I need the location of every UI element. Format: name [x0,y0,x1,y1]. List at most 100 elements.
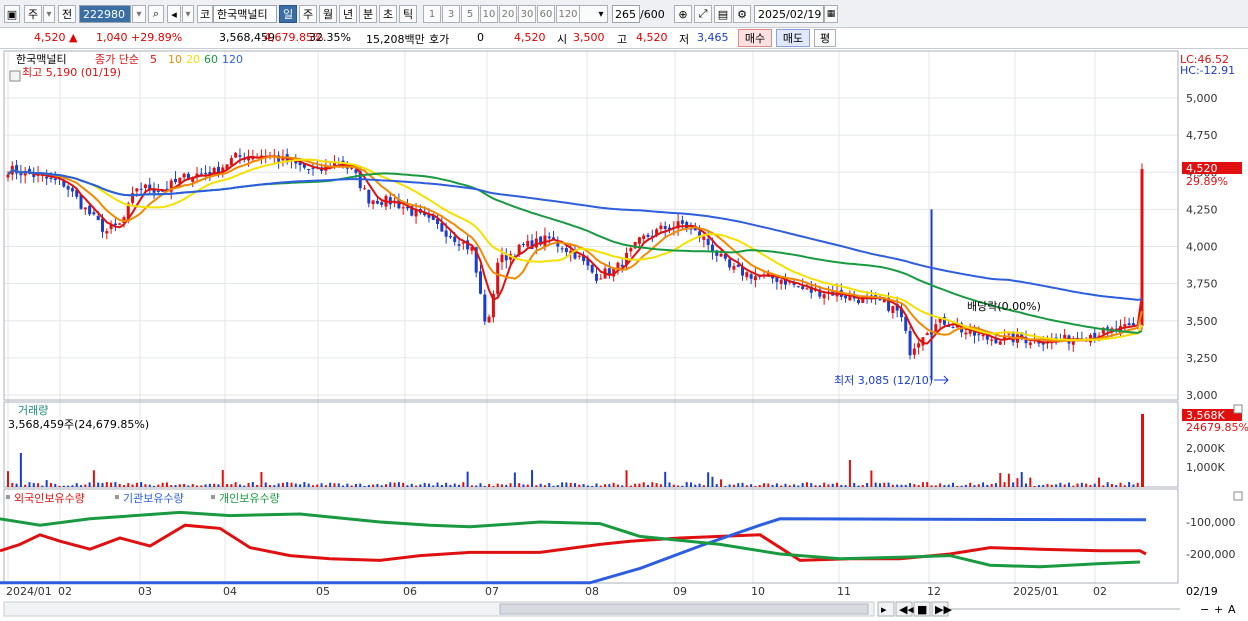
volume-bar-210 [909,483,912,487]
volume-bar-238 [1029,477,1032,487]
stock-chart[interactable]: 한국맥널티 종가 단순 5 10 20 60 120 최고 5,190 (01/19) … [0,50,1248,621]
volume-bar-248 [1072,485,1075,487]
legend-bullet-0 [6,495,10,499]
volume-bar-116 [505,484,508,487]
volume-bar-8 [41,485,44,487]
price-tick-0: 5,000 [1186,92,1218,105]
volume-bar-160 [694,484,697,487]
volume-close-icon[interactable] [1233,404,1243,414]
holding-close-icon[interactable] [1233,491,1243,501]
volume-bar-74 [324,485,327,487]
volume-bar-232 [1003,482,1006,487]
volume-bar-155 [672,484,675,487]
volume-bar-196 [848,460,851,487]
volume-bar-56 [247,482,250,487]
candle-body-153 [663,225,667,230]
period-tab-6[interactable]: 틱 [399,5,417,23]
date-input[interactable]: 2025/02/19 [754,5,824,23]
ma-legend-5: 5 [150,53,157,66]
volume-bar-100 [436,482,439,487]
candle-body-112 [487,316,491,323]
candle-body-87 [380,202,384,205]
interval-btn-0[interactable]: 1 [423,5,441,23]
candle-body-217 [938,318,942,323]
ma-legend-20: 20 [186,53,200,66]
sell-button[interactable]: 매도 [776,29,810,47]
volume-bar-5 [28,482,31,487]
volume-bar-134 [582,484,585,487]
buy-button[interactable]: 매수 [738,29,772,47]
interval-btn-2[interactable]: 5 [461,5,479,23]
interval-btn-5[interactable]: 30 [518,5,536,23]
candle-body-162 [702,236,706,240]
volume-bar-193 [836,482,839,487]
zoom-button-1[interactable]: + [1214,603,1223,616]
volume-bar-203 [878,483,881,487]
current-price-tag-text: 4,520 [1186,162,1218,175]
flat-button[interactable]: 평 [814,29,836,47]
volume-bar-59 [260,472,263,487]
volume-bar-4 [24,484,27,487]
volume-bar-163 [707,472,710,487]
volume-bar-119 [518,483,521,487]
volume-bar-102 [445,482,448,487]
quote-bar: 4,520 ▲ 1,040 +29.89% 3,568,459 4,679.85… [0,28,1248,49]
code-dropdown-icon[interactable]: ▾ [132,5,146,23]
volume-bar-218 [943,485,946,487]
candle-body-169 [732,266,736,270]
settings-icon[interactable]: ⚙ [733,5,751,23]
code-input[interactable]: 222980 [79,5,131,23]
volume-bar-173 [750,484,753,487]
volume-bar-31 [140,482,143,487]
layout-icon[interactable]: ▣ [4,5,20,23]
volume-bar-202 [874,482,877,487]
period-tab-4[interactable]: 분 [359,5,377,23]
stock-name[interactable]: 한국맥널티 [213,5,277,23]
speaker-dropdown-icon[interactable]: ▾ [182,5,194,23]
scrollbar-thumb[interactable] [499,603,869,615]
crosshair-icon[interactable]: ⊕ [674,5,692,23]
volume-bar-9 [45,480,48,487]
market-select[interactable]: 주 [24,5,42,23]
period-tab-3[interactable]: 년 [339,5,357,23]
zoom-button-0[interactable]: − [1200,603,1209,616]
calendar-icon[interactable]: ▦ [824,5,838,23]
period-tab-0[interactable]: 일 [279,5,297,23]
period-tab-1[interactable]: 주 [299,5,317,23]
trade-amount: 15,208백만 [366,33,425,46]
price-tick-7: 3,250 [1186,352,1218,365]
price-tick-6: 3,500 [1186,315,1218,328]
search-icon[interactable]: ⌕ [148,5,164,23]
interval-btn-6[interactable]: 60 [537,5,555,23]
speaker-icon[interactable]: ◂ [167,5,181,23]
candle-body-174 [753,276,757,281]
nav-glyph-2: ■ [917,603,927,616]
volume-bar-241 [1042,484,1045,487]
interval-btn-3[interactable]: 10 [480,5,498,23]
interval-btn-7[interactable]: 120 [556,5,580,23]
volume-bar-120 [522,484,525,487]
volume-bar-150 [651,482,654,487]
interval-btn-4[interactable]: 20 [499,5,517,23]
vol-tick-1000: 1,000K [1186,461,1225,474]
holding-legend-0: 외국인보유수량 [14,492,85,505]
volume-bar-214 [926,482,929,487]
count-input[interactable]: 265 [612,5,640,23]
volume-bar-97 [423,482,426,487]
period-tab-2[interactable]: 월 [319,5,337,23]
candle-body-210 [908,330,912,356]
volume-bar-138 [599,485,602,487]
save-icon[interactable]: ▤ [714,5,732,23]
grid-toggle-icon[interactable] [9,70,21,82]
volume-bar-249 [1076,483,1079,487]
nav-glyph-0: ▸ [881,603,887,616]
interval-btn-1[interactable]: 3 [442,5,460,23]
volume-bar-68 [299,484,302,487]
candle-body-89 [388,197,392,205]
market-dropdown-icon[interactable]: ▾ [43,5,55,23]
chart-tools-icon[interactable]: ⤢ [694,5,712,23]
prev-button[interactable]: 전 [58,5,76,23]
period-tab-5[interactable]: 초 [379,5,397,23]
zoom-button-2[interactable]: A [1228,603,1236,616]
candle-body-186 [805,288,809,290]
